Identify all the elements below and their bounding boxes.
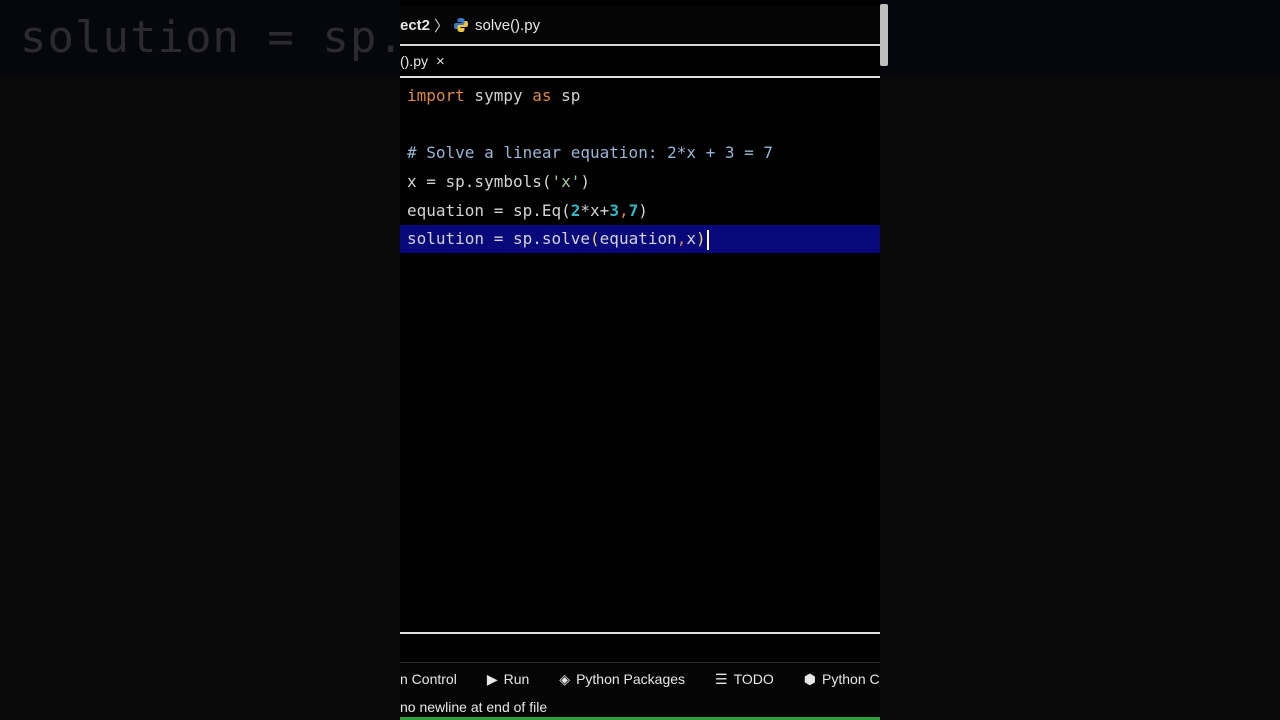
navigation-bar: ect2 〉 solve().py <box>400 6 880 46</box>
version-control-label: n Control <box>400 671 457 687</box>
tool-window-bar: n Control ▶ Run ◈ Python Packages ☰ TODO… <box>400 662 880 695</box>
code-line-6: solution = sp.solve(equation,x) <box>407 225 709 253</box>
python-packages-label: Python Packages <box>576 671 686 687</box>
module-name: sympy <box>464 86 533 105</box>
tab-solve-py[interactable]: ().py × <box>400 53 445 70</box>
module-alias: sp <box>551 86 581 105</box>
code-comma: , <box>676 229 687 248</box>
list-icon: ☰ <box>715 670 728 687</box>
code-line-3: # Solve a linear equation: 2*x + 3 = 7 <box>407 139 773 167</box>
toolwindow-version-control[interactable]: n Control <box>400 671 457 687</box>
todo-label: TODO <box>733 671 774 687</box>
code-comma: , <box>618 201 629 220</box>
background-blurred-code: solution = sp. <box>20 12 400 63</box>
toolwindow-python-console[interactable]: ⬢ Python Co <box>804 671 880 688</box>
number-literal: 7 <box>628 201 639 220</box>
breadcrumb-separator: 〉 <box>434 17 450 35</box>
breadcrumb-project[interactable]: ect2 <box>400 17 430 34</box>
code-paren: ) <box>696 229 706 248</box>
code-text: x = sp.symbols( <box>407 172 552 191</box>
number-literal: 2 <box>570 201 581 220</box>
python-console-label: Python Co <box>822 671 880 687</box>
code-line-4: x = sp.symbols('x') <box>407 168 590 196</box>
python-console-icon: ⬢ <box>803 670 817 687</box>
tab-label: ().py <box>400 53 428 69</box>
string-literal: 'x' <box>551 172 581 191</box>
editor-tab-bar: ().py × <box>400 46 880 78</box>
code-text: *x+ <box>580 201 610 220</box>
toolwindow-python-packages[interactable]: ◈ Python Packages <box>559 671 685 688</box>
code-text: equation <box>599 229 677 248</box>
run-label: Run <box>503 671 530 687</box>
code-text: equation = sp.Eq( <box>407 201 571 220</box>
code-text: x <box>686 229 697 248</box>
python-file-icon <box>453 17 469 33</box>
code-line-1: import sympy as sp <box>407 82 580 110</box>
keyword-import: import <box>407 86 465 105</box>
code-text: ) <box>638 201 648 220</box>
breadcrumb-file[interactable]: solve().py <box>475 17 540 34</box>
toolwindow-run[interactable]: ▶ Run <box>487 671 529 688</box>
close-icon[interactable]: × <box>436 53 445 70</box>
editor-bottom-divider <box>400 632 880 634</box>
layers-icon: ◈ <box>559 670 571 687</box>
ide-window: ect2 〉 solve().py ().py × import sympy a… <box>400 0 880 720</box>
keyword-as: as <box>532 86 552 105</box>
scrollbar-thumb[interactable] <box>880 4 888 66</box>
code-text: solution = sp.solve <box>407 229 591 248</box>
code-line-5: equation = sp.Eq(2*x+3,7) <box>407 197 648 225</box>
run-icon: ▶ <box>486 670 498 687</box>
code-editor[interactable]: import sympy as sp # Solve a linear equa… <box>400 80 880 632</box>
code-text: ) <box>580 172 591 191</box>
status-message: no newline at end of file <box>400 699 548 715</box>
text-cursor <box>706 229 709 250</box>
number-literal: 3 <box>609 201 619 220</box>
toolwindow-todo[interactable]: ☰ TODO <box>715 671 774 688</box>
code-paren: ( <box>590 229 600 248</box>
code-comment: # Solve a linear equation: 2*x + 3 = 7 <box>407 143 774 162</box>
